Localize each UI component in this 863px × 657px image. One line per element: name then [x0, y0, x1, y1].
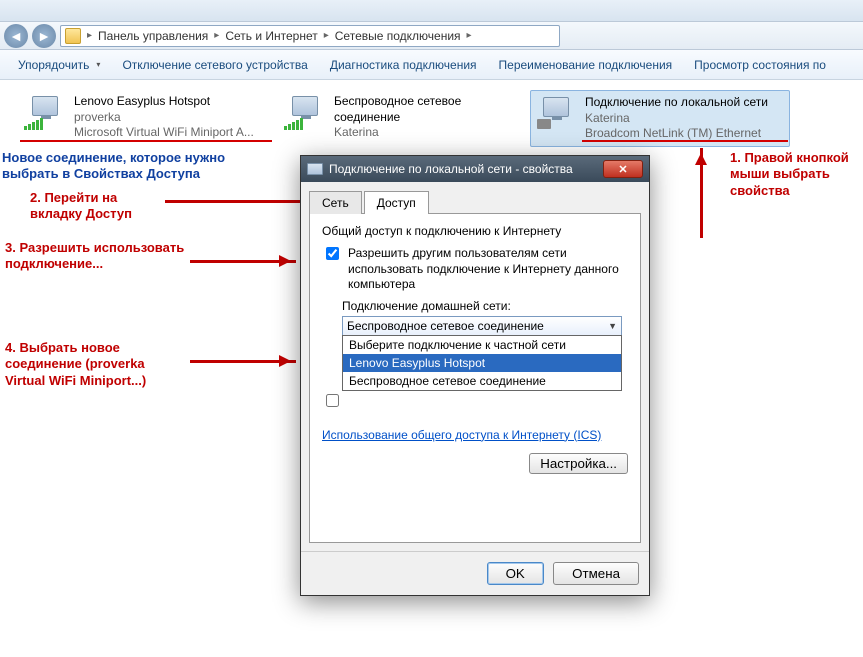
chevron-icon: ▸ [85, 30, 94, 41]
chevron-down-icon: ▼ [608, 321, 617, 331]
annotation-step3: 3. Разрешить использовать подключение... [5, 240, 185, 273]
connection-listbox[interactable]: Выберите подключение к частной сети Leno… [342, 335, 622, 391]
conn-name: Беспроводное сетевое соединение [334, 94, 526, 125]
annotation-step1: 1. Правой кнопкой мыши выбрать свойства [730, 150, 860, 199]
chevron-icon: ▸ [322, 30, 331, 41]
home-connection-combo[interactable]: Беспроводное сетевое соединение ▼ [342, 316, 622, 336]
toolbar: Упорядочить Отключение сетевого устройст… [0, 50, 863, 80]
cancel-button[interactable]: Отмена [553, 562, 639, 585]
properties-dialog: Подключение по локальной сети - свойства… [300, 155, 650, 596]
window-titlebar [0, 0, 863, 22]
organize-button[interactable]: Упорядочить [8, 55, 110, 75]
folder-icon [65, 28, 81, 44]
disable-device-button[interactable]: Отключение сетевого устройства [112, 55, 317, 75]
ethernet-icon [535, 95, 579, 131]
annotation-step2: 2. Перейти на вкладку Доступ [30, 190, 160, 223]
group-title: Общий доступ к подключению к Интернету [322, 224, 628, 238]
conn-device: Microsoft Virtual WiFi Miniport A... [74, 125, 254, 141]
breadcrumb[interactable]: ▸ Панель управления ▸ Сеть и Интернет ▸ … [60, 25, 560, 47]
connection-item-hotspot[interactable]: Lenovo Easyplus Hotspot proverka Microso… [20, 90, 270, 145]
list-option-wireless[interactable]: Беспроводное сетевое соединение [343, 372, 621, 390]
arrow-icon [700, 148, 703, 238]
home-connection-label: Подключение домашней сети: [342, 299, 628, 313]
view-status-button[interactable]: Просмотр состояния по [684, 55, 836, 75]
combo-value: Беспроводное сетевое соединение [347, 319, 544, 333]
close-button[interactable]: ✕ [603, 160, 643, 178]
address-bar: ◄ ► ▸ Панель управления ▸ Сеть и Интерне… [0, 22, 863, 50]
annotation-new-connection: Новое соединение, которое нужно выбрать … [2, 150, 252, 183]
sharing-panel: Общий доступ к подключению к Интернету Р… [309, 213, 641, 543]
crumb-network[interactable]: Сеть и Интернет [225, 29, 317, 43]
list-option-hotspot[interactable]: Lenovo Easyplus Hotspot [343, 354, 621, 372]
wifi-icon [284, 94, 328, 130]
arrow-icon [190, 360, 296, 363]
conn-network: Katerina [334, 125, 526, 141]
connection-item-wireless[interactable]: Беспроводное сетевое соединение Katerina [280, 90, 530, 145]
tab-sharing[interactable]: Доступ [364, 191, 429, 214]
diagnose-button[interactable]: Диагностика подключения [320, 55, 487, 75]
ics-help-link[interactable]: Использование общего доступа к Интернету… [322, 428, 601, 444]
dialog-title: Подключение по локальной сети - свойства [329, 162, 573, 176]
annotation-underline [582, 140, 788, 142]
arrow-icon [190, 260, 296, 263]
conn-network: proverka [74, 110, 254, 126]
dialog-titlebar[interactable]: Подключение по локальной сети - свойства… [301, 156, 649, 182]
conn-name: Lenovo Easyplus Hotspot [74, 94, 254, 110]
allow-sharing-checkbox[interactable] [326, 247, 339, 260]
crumb-connections[interactable]: Сетевые подключения [335, 29, 461, 43]
dialog-footer: OK Отмена [301, 551, 649, 595]
allow-sharing-label: Разрешить другим пользователям сети испо… [348, 246, 628, 293]
back-button[interactable]: ◄ [4, 24, 28, 48]
conn-name: Подключение по локальной сети [585, 95, 768, 111]
network-icon [307, 163, 323, 175]
chevron-icon: ▸ [212, 30, 221, 41]
annotation-underline [20, 140, 272, 142]
ok-button[interactable]: OK [487, 562, 544, 585]
forward-button[interactable]: ► [32, 24, 56, 48]
tab-network[interactable]: Сеть [309, 191, 362, 214]
connection-item-lan[interactable]: Подключение по локальной сети Katerina B… [530, 90, 790, 147]
list-option-placeholder[interactable]: Выберите подключение к частной сети [343, 336, 621, 354]
crumb-control-panel[interactable]: Панель управления [98, 29, 208, 43]
allow-control-checkbox[interactable] [326, 394, 339, 407]
rename-button[interactable]: Переименование подключения [489, 55, 683, 75]
content-area: Lenovo Easyplus Hotspot proverka Microso… [0, 80, 863, 657]
wifi-icon [24, 94, 68, 130]
conn-network: Katerina [585, 111, 768, 127]
annotation-step4: 4. Выбрать новое соединение (proverka Vi… [5, 340, 185, 389]
settings-button[interactable]: Настройка... [529, 453, 628, 474]
chevron-icon: ▸ [465, 30, 474, 41]
